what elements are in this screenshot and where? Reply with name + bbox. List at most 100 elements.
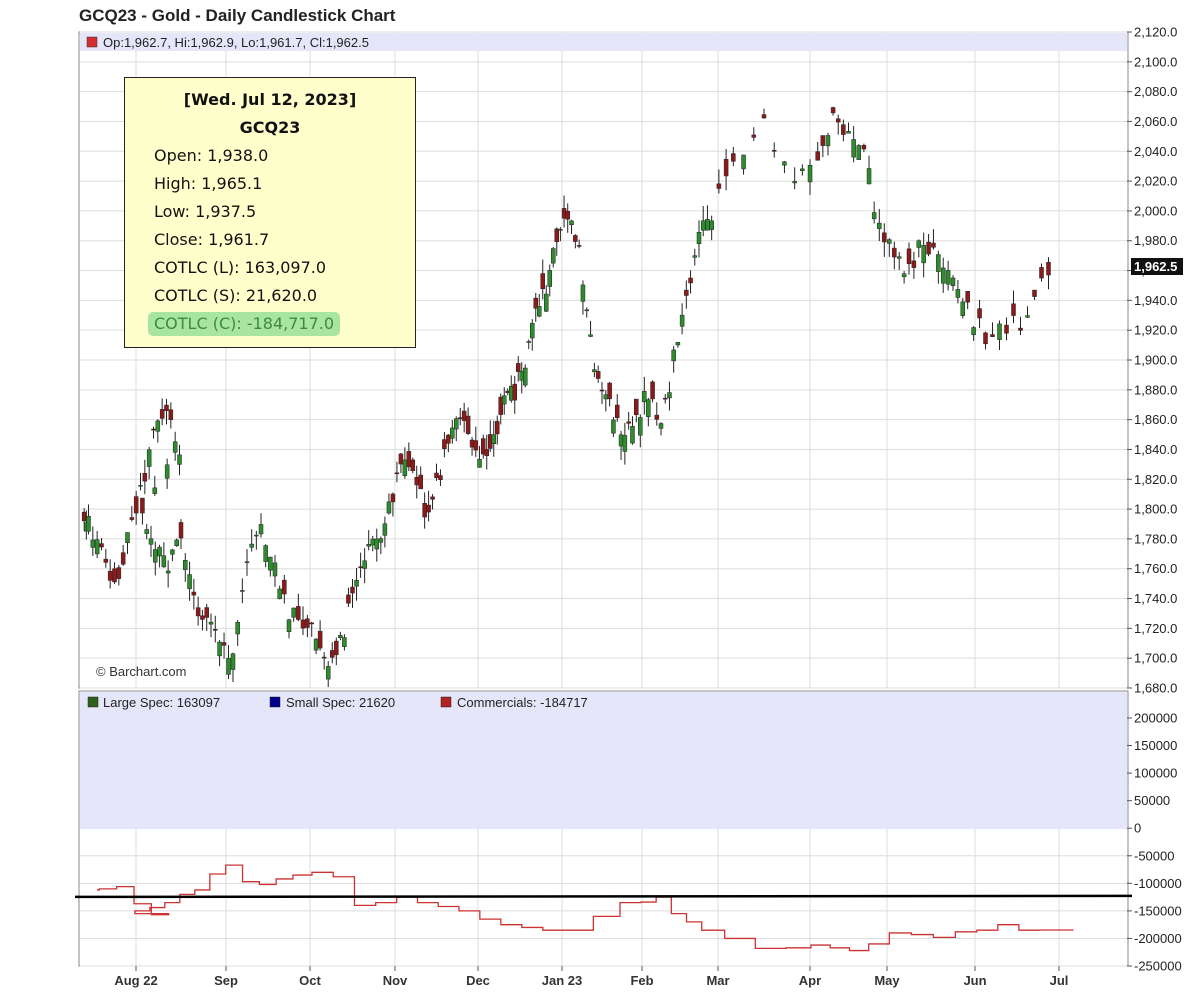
candle-down bbox=[561, 208, 567, 219]
candle-up bbox=[530, 323, 535, 339]
candle-up bbox=[856, 145, 862, 160]
candle-up bbox=[502, 395, 507, 405]
candle-up bbox=[537, 306, 542, 317]
candle-down bbox=[116, 567, 122, 579]
tooltip-open: Open: 1,938.0 bbox=[154, 146, 269, 165]
candle-up bbox=[366, 544, 371, 547]
candle-down bbox=[422, 503, 427, 518]
price-tick-label: 2,100.0 bbox=[1134, 54, 1177, 69]
price-tick-label: 1,860.0 bbox=[1134, 412, 1177, 427]
candle-up bbox=[90, 539, 96, 548]
price-tick-label: 1,740.0 bbox=[1134, 591, 1177, 606]
candle-down bbox=[442, 439, 447, 449]
candle-down bbox=[554, 228, 559, 243]
x-tick-label: Aug 22 bbox=[114, 973, 157, 988]
candle-down bbox=[990, 334, 995, 337]
x-tick-label: Jul bbox=[1050, 973, 1069, 988]
candle-up bbox=[611, 419, 616, 434]
candle-up bbox=[700, 220, 706, 231]
candle-down bbox=[438, 475, 443, 480]
candle-up bbox=[936, 254, 941, 272]
candle-down bbox=[882, 232, 887, 243]
candle-up bbox=[603, 394, 609, 400]
candle-up bbox=[450, 427, 455, 439]
candle-up bbox=[272, 562, 278, 577]
candle-down bbox=[723, 158, 729, 177]
candle-down bbox=[461, 410, 467, 421]
candle-up bbox=[896, 256, 902, 259]
candle-up bbox=[254, 534, 259, 537]
candle-up bbox=[709, 220, 714, 230]
candle-up bbox=[866, 168, 872, 185]
candle-down bbox=[716, 183, 722, 189]
candle-up bbox=[901, 273, 907, 278]
candle-up bbox=[646, 399, 651, 417]
candle-up bbox=[825, 135, 831, 147]
candle-down bbox=[213, 629, 218, 631]
candle-up bbox=[153, 549, 158, 563]
candle-down bbox=[684, 289, 689, 296]
watermark: © Barchart.com bbox=[96, 664, 187, 679]
candle-up bbox=[157, 546, 162, 557]
candle-down bbox=[892, 247, 897, 258]
price-tick-label: 2,000.0 bbox=[1134, 203, 1177, 218]
candle-down bbox=[296, 606, 301, 620]
candle-up bbox=[642, 391, 647, 403]
candle-down bbox=[112, 568, 117, 583]
chart-root: GCQ23 - Gold - Daily Candlestick Chart O… bbox=[0, 0, 1200, 997]
candle-up bbox=[183, 559, 188, 570]
candle-up bbox=[125, 532, 130, 543]
x-tick-label: Nov bbox=[383, 973, 408, 988]
candle-down bbox=[465, 415, 471, 434]
legend-commercials: Commercials: -184717 bbox=[457, 695, 588, 710]
candle-up bbox=[386, 501, 392, 514]
candle-down bbox=[107, 570, 113, 581]
candle-up bbox=[887, 239, 892, 244]
chart-title: GCQ23 - Gold - Daily Candlestick Chart bbox=[79, 6, 396, 25]
candle-down bbox=[599, 389, 605, 392]
candle-up bbox=[268, 556, 273, 571]
candle-down bbox=[129, 517, 135, 520]
candle-down bbox=[626, 421, 631, 424]
candle-down bbox=[178, 522, 184, 539]
candle-up bbox=[374, 538, 380, 550]
candle-up bbox=[94, 539, 100, 555]
candle-down bbox=[191, 591, 197, 596]
candle-down bbox=[164, 404, 169, 411]
candle-up bbox=[658, 423, 664, 429]
x-tick-label: Jan 23 bbox=[542, 973, 582, 988]
candle-down bbox=[835, 118, 841, 123]
price-tick-label: 1,760.0 bbox=[1134, 561, 1177, 576]
cot-band bbox=[80, 692, 1127, 829]
candle-down bbox=[977, 308, 982, 319]
candle-down bbox=[931, 242, 936, 248]
candle-up bbox=[800, 168, 805, 172]
candle-down bbox=[688, 277, 693, 284]
candle-up bbox=[138, 485, 143, 487]
candle-down bbox=[394, 472, 400, 475]
candle-down bbox=[200, 615, 205, 620]
candle-up bbox=[569, 220, 574, 225]
candle-up bbox=[86, 515, 91, 532]
cot-tick-label: 200000 bbox=[1134, 711, 1177, 726]
candle-up bbox=[997, 323, 1002, 340]
candle-up bbox=[916, 240, 922, 248]
price-tick-label: 1,780.0 bbox=[1134, 531, 1177, 546]
candle-up bbox=[146, 449, 152, 467]
x-tick-label: Mar bbox=[706, 973, 729, 988]
cot-tick-label: 0 bbox=[1134, 821, 1141, 836]
tooltip-cotlc-c-row: COTLC (C): -184,717.0 bbox=[125, 310, 415, 338]
candle-down bbox=[81, 511, 87, 522]
candle-up bbox=[921, 244, 926, 264]
candle-up bbox=[226, 657, 231, 675]
candle-up bbox=[208, 621, 214, 625]
candle-up bbox=[148, 538, 154, 545]
tooltip-date: [Wed. Jul 12, 2023] bbox=[183, 90, 357, 109]
candle-up bbox=[338, 635, 343, 639]
candle-up bbox=[877, 222, 882, 229]
price-tick-label: 2,040.0 bbox=[1134, 144, 1177, 159]
candle-down bbox=[1032, 289, 1037, 297]
candle-up bbox=[871, 212, 877, 220]
legend-large-spec: Large Spec: 163097 bbox=[103, 695, 220, 710]
candle-down bbox=[634, 398, 639, 415]
